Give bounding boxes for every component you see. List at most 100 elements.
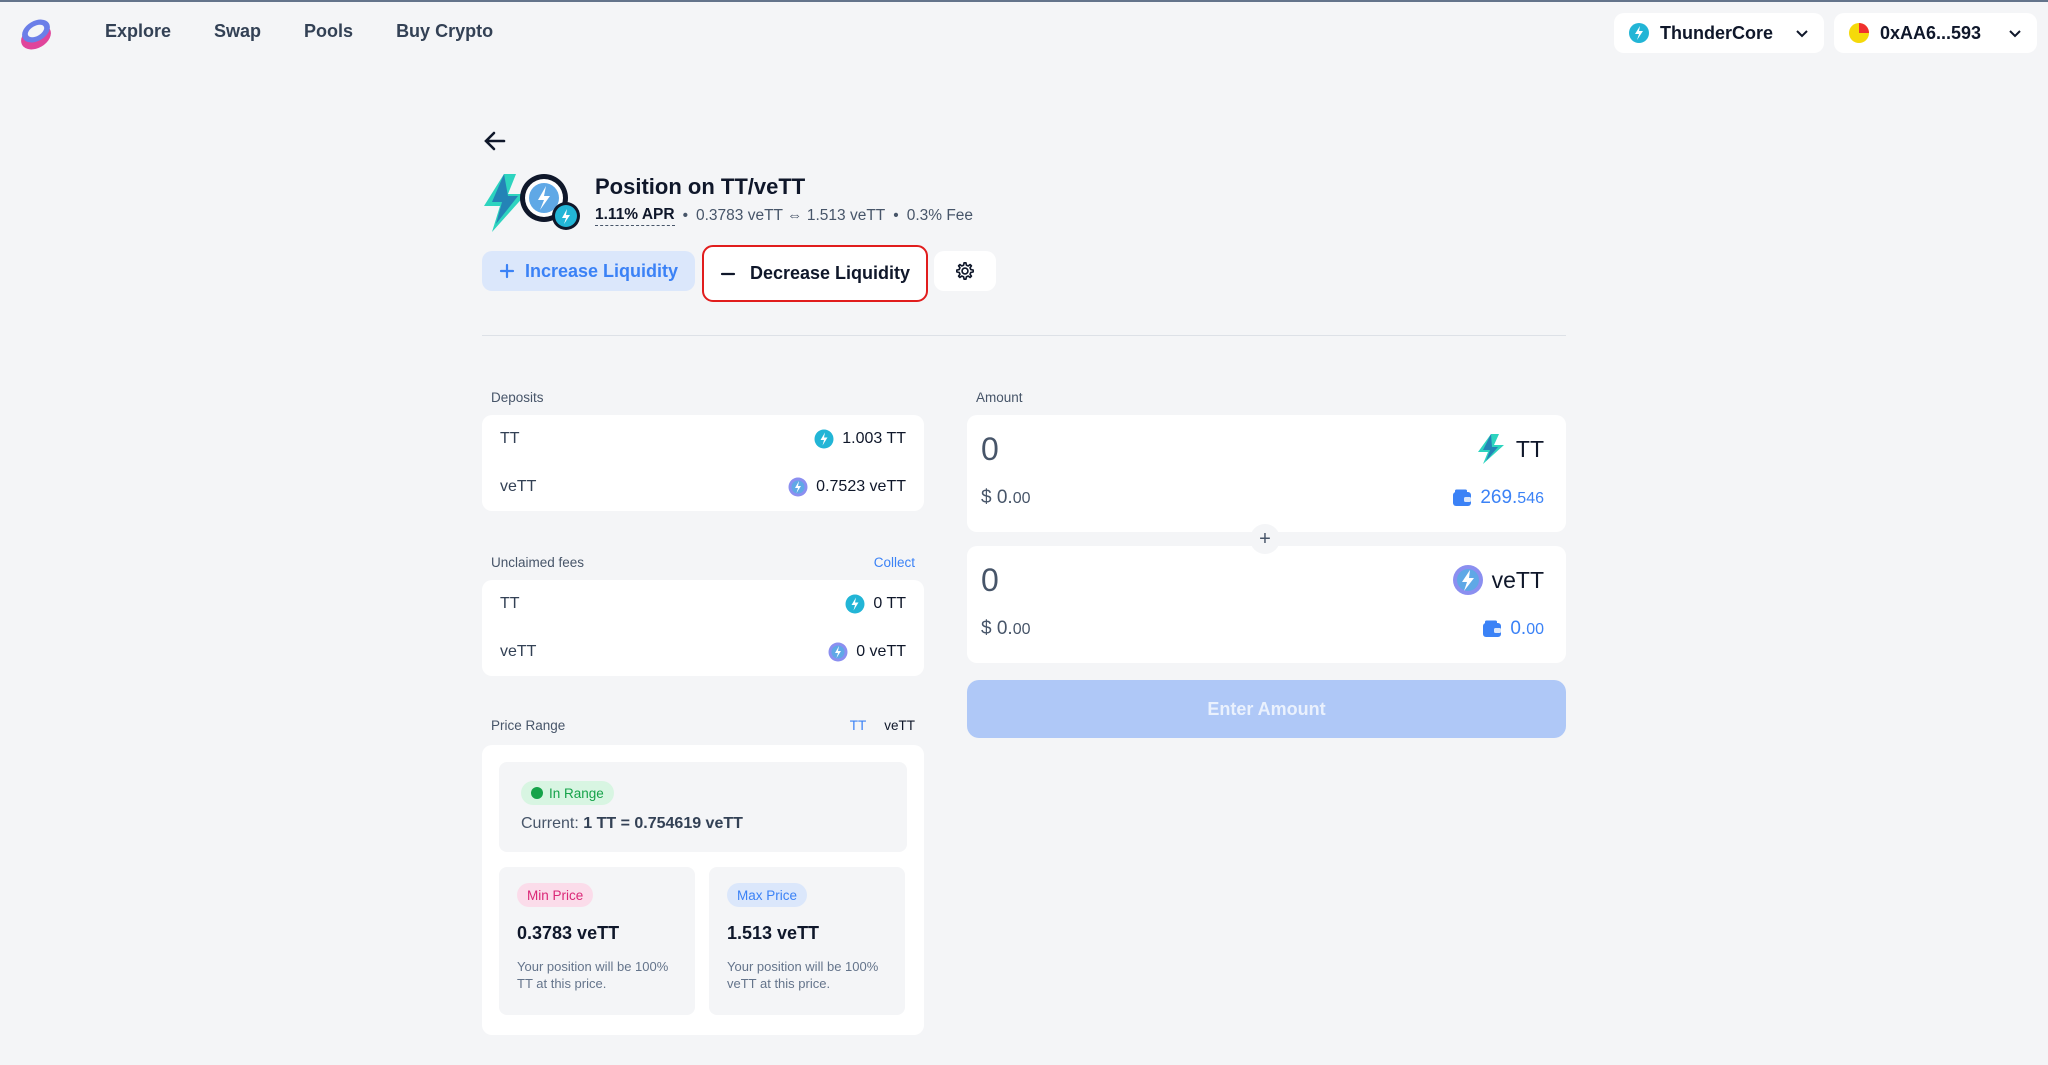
plus-icon <box>499 263 515 279</box>
back-arrow-icon[interactable] <box>482 128 508 154</box>
token-symbol: veTT <box>1491 566 1544 593</box>
toggle-vett[interactable]: veTT <box>884 718 915 738</box>
in-range-badge: In Range <box>521 781 614 805</box>
wallet-icon <box>1483 620 1502 637</box>
chevron-down-icon <box>2009 30 2021 38</box>
amount-value[interactable]: 0 <box>981 562 999 599</box>
decrease-form: Amount 0 $ 0.00 TT 269.546 + 0 $ 0.00 ve… <box>967 390 1566 738</box>
account-selector[interactable]: 0xAA6...593 <box>1834 13 2037 53</box>
separator-dot: • <box>682 207 688 224</box>
token-name: TT <box>500 595 520 612</box>
fee-tier: 0.3% Fee <box>906 207 974 224</box>
toggle-tt[interactable]: TT <box>850 718 867 738</box>
min-price-value: 0.3783 veTT <box>517 923 620 943</box>
price-range-label: Price Range <box>491 718 566 733</box>
tt-token-icon <box>484 174 526 232</box>
fee-row-tt: TT 0 TT <box>482 580 924 628</box>
position-subtitle: 1.11% APR • 0.3783 veTT ⇔ 1.513 veTT • 0… <box>595 206 973 226</box>
min-price-note: Your position will be 100% TT at this pr… <box>517 959 669 991</box>
deposit-row-vett: veTT 0.7523 veTT <box>482 463 924 511</box>
token-symbol: TT <box>1515 435 1544 462</box>
fees-card: TT 0 TT veTT 0 veTT <box>482 580 924 676</box>
amount-value[interactable]: 0 <box>981 431 999 468</box>
vett-token-icon <box>1452 565 1483 595</box>
position-range-text: 0.3783 veTT ⇔ 1.513 veTT <box>696 207 886 224</box>
balance-vett[interactable]: 0.00 <box>1482 618 1544 640</box>
current-prefix: Current: <box>521 815 579 832</box>
vett-token-icon <box>788 477 808 497</box>
unclaimed-fees-label: Unclaimed fees <box>491 555 585 570</box>
account-address: 0xAA6...593 <box>1880 22 1982 43</box>
price-unit-toggle: TT veTT <box>850 718 915 738</box>
nav-swap[interactable]: Swap <box>214 21 261 42</box>
network-name: ThunderCore <box>1660 22 1774 43</box>
deposits-card: TT 1.003 TT veTT 0.7523 veTT <box>482 415 924 511</box>
token-select-vett[interactable]: veTT <box>1452 564 1544 596</box>
chain-badge-icon <box>552 202 580 230</box>
separator-dot: • <box>893 207 899 224</box>
current-value: 1 TT = 0.754619 veTT <box>583 815 743 832</box>
max-price-note: Your position will be 100% veTT at this … <box>727 959 879 991</box>
nav-explore[interactable]: Explore <box>105 21 171 42</box>
tt-token-icon <box>814 429 834 449</box>
current-price: Current: 1 TT = 0.754619 veTT <box>521 815 885 833</box>
deposit-value: 1.003 TT <box>842 430 906 447</box>
amount-input-vett[interactable]: 0 $ 0.00 veTT 0.00 <box>967 546 1566 663</box>
amount-input-tt[interactable]: 0 $ 0.00 TT 269.546 <box>967 415 1566 532</box>
token-amount: 0.7523 veTT <box>788 477 906 497</box>
min-max-row: Min Price 0.3783 veTT Your position will… <box>499 867 907 1015</box>
token-select-tt[interactable]: TT <box>1476 433 1544 465</box>
decrease-liquidity-button[interactable]: Decrease Liquidity <box>702 245 928 302</box>
amount-label: Amount <box>976 390 1023 405</box>
enter-amount-button[interactable]: Enter Amount <box>967 680 1566 738</box>
settings-button[interactable] <box>934 251 996 291</box>
nav-buy-crypto[interactable]: Buy Crypto <box>396 21 493 42</box>
thundercore-icon <box>1629 23 1649 43</box>
usd-value: $ 0.00 <box>981 487 1031 508</box>
fee-value: 0 TT <box>873 595 906 612</box>
deposit-value: 0.7523 veTT <box>816 478 906 495</box>
increase-liquidity-label: Increase Liquidity <box>524 260 679 281</box>
status-dot-icon <box>531 787 543 799</box>
max-price-value: 1.513 veTT <box>727 923 820 943</box>
deposits-header: Deposits <box>482 390 924 410</box>
network-selector[interactable]: ThunderCore <box>1614 13 1824 53</box>
top-navbar: Explore Swap Pools Buy Crypto ThunderCor… <box>0 2 2048 62</box>
token-name: TT <box>500 430 520 447</box>
token-name: veTT <box>500 478 537 495</box>
usd-value: $ 0.00 <box>981 618 1031 639</box>
current-price-box: In Range Current: 1 TT = 0.754619 veTT <box>499 762 907 852</box>
plus-icon: + <box>1250 524 1280 554</box>
nav-pools[interactable]: Pools <box>304 21 353 42</box>
position-title: Position on TT/veTT <box>595 174 806 199</box>
fee-row-vett: veTT 0 veTT <box>482 628 924 676</box>
fees-header: Unclaimed fees Collect <box>482 555 924 575</box>
chevron-down-icon <box>1796 30 1808 38</box>
account-avatar-icon <box>1849 23 1869 43</box>
token-amount: 0 veTT <box>828 642 906 662</box>
main-nav: Explore Swap Pools Buy Crypto <box>105 21 493 42</box>
token-pair-icons <box>484 174 580 232</box>
token-amount: 1.003 TT <box>814 429 906 449</box>
balance-tt[interactable]: 269.546 <box>1452 487 1544 509</box>
position-details: Deposits TT 1.003 TT veTT 0.7523 veTT Un… <box>482 390 924 1035</box>
price-range-header: Price Range TT veTT <box>482 718 924 738</box>
wallet-icon <box>1453 489 1472 506</box>
token-name: veTT <box>500 643 537 660</box>
collect-link[interactable]: Collect <box>874 555 915 575</box>
apr-label[interactable]: 1.11% APR <box>595 206 675 226</box>
increase-liquidity-button[interactable]: Increase Liquidity <box>482 251 695 291</box>
deposits-label: Deposits <box>491 390 544 405</box>
max-price-box: Max Price 1.513 veTT Your position will … <box>709 867 905 1015</box>
sushi-logo-icon[interactable] <box>16 15 56 51</box>
inputs-separator: + <box>967 524 1566 554</box>
deposit-row-tt: TT 1.003 TT <box>482 415 924 463</box>
decrease-liquidity-label: Decrease Liquidity <box>749 263 911 283</box>
in-range-label: In Range <box>549 785 604 801</box>
section-divider <box>482 335 1566 336</box>
price-range-card: In Range Current: 1 TT = 0.754619 veTT M… <box>482 745 924 1035</box>
tt-token-icon <box>845 594 865 614</box>
tt-token-icon <box>1477 434 1504 464</box>
minus-icon <box>720 272 736 275</box>
fee-value: 0 veTT <box>856 643 906 660</box>
